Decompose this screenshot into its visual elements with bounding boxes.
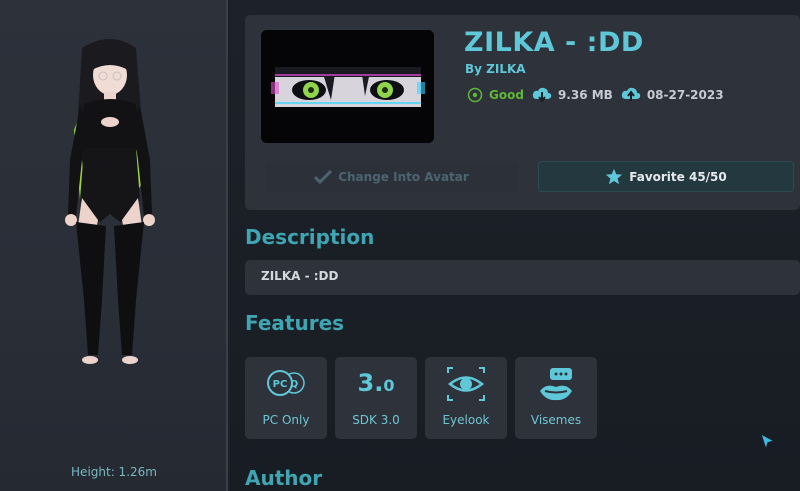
feature-label: Eyelook: [442, 413, 490, 427]
favorite-label: Favorite 45/50: [629, 169, 727, 184]
favorite-button[interactable]: Favorite 45/50: [538, 161, 794, 192]
avatar-model-image: [65, 39, 155, 364]
feature-visemes: Visemes: [515, 357, 597, 439]
avatar-preview-panel[interactable]: Height: 1.26m: [0, 0, 228, 491]
sdk-3-icon: 3.0: [357, 369, 395, 397]
description-box: ZILKA - :DD: [245, 260, 800, 295]
performance-rating-text: Good: [489, 88, 524, 102]
avatar-thumbnail: [261, 30, 434, 143]
size-stat: 9.36 MB: [532, 87, 613, 103]
upload-cloud-icon: [621, 87, 641, 101]
description-heading: Description: [245, 225, 375, 249]
avatar-author-link[interactable]: By ZILKA: [465, 62, 526, 76]
mouse-cursor-icon: [760, 433, 776, 451]
change-into-avatar-button[interactable]: Change Into Avatar: [265, 161, 518, 192]
author-heading: Author: [245, 466, 323, 490]
download-cloud-icon: [532, 87, 552, 103]
description-text: ZILKA - :DD: [261, 269, 339, 283]
date-stat: 08-27-2023: [621, 87, 724, 103]
feature-label: PC Only: [262, 413, 310, 427]
performance-rating-icon: [467, 87, 483, 103]
checkmark-icon: [314, 169, 333, 184]
avatar-details-panel: ZILKA - :DD By ZILKA Good 9.36 MB 08-27-…: [230, 0, 800, 491]
visemes-icon: [540, 368, 572, 401]
avatar-info-card: ZILKA - :DD By ZILKA Good 9.36 MB 08-27-…: [245, 15, 800, 210]
features-heading: Features: [245, 311, 345, 335]
file-size-text: 9.36 MB: [557, 88, 613, 102]
features-list: Q PC PC Only 3.0 SDK 3.0 Eyelook Visemes: [245, 357, 605, 439]
star-icon: [606, 168, 623, 184]
upload-date-text: 08-27-2023: [646, 88, 724, 102]
change-into-avatar-label: Change Into Avatar: [338, 169, 469, 184]
eyelook-icon: [447, 367, 485, 401]
feature-pc-only: Q PC PC Only: [245, 357, 327, 439]
pc-quest-icon: Q PC: [267, 370, 305, 396]
svg-text:PC: PC: [273, 379, 288, 390]
performance-stat: Good: [467, 87, 524, 103]
avatar-stats-row: Good 9.36 MB 08-27-2023: [467, 87, 732, 103]
avatar-title: ZILKA - :DD: [464, 27, 644, 58]
feature-sdk: 3.0 SDK 3.0: [335, 357, 417, 439]
feature-label: Visemes: [530, 413, 582, 427]
feature-label: SDK 3.0: [352, 413, 400, 427]
feature-eyelook: Eyelook: [425, 357, 507, 439]
avatar-height-label: Height: 1.26m: [71, 465, 157, 479]
